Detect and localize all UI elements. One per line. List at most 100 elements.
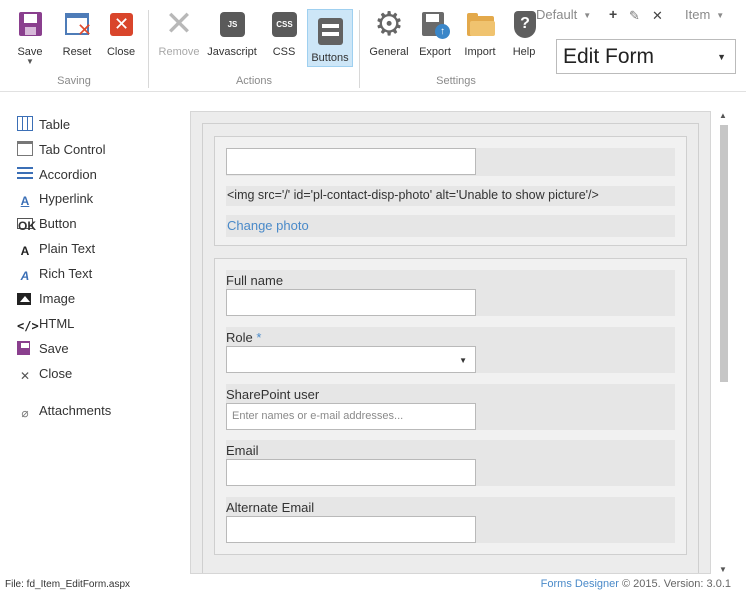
remove-button[interactable]: ✕ Remove bbox=[156, 5, 202, 70]
buttons-button-label: Buttons bbox=[311, 52, 349, 64]
general-button[interactable]: ⚙ General bbox=[367, 5, 411, 70]
toolbox-item-image[interactable]: Image bbox=[17, 291, 75, 311]
file-name-label: File: fd_Item_EditForm.aspx bbox=[5, 579, 131, 590]
form-outer-table[interactable]: <img src='/' id='pl-contact-disp-photo' … bbox=[202, 123, 699, 573]
scroll-up-icon[interactable]: ▲ bbox=[719, 111, 727, 120]
role-label-text: Role bbox=[226, 330, 253, 345]
role-select[interactable]: ▼ bbox=[226, 346, 476, 373]
import-button-label: Import bbox=[464, 46, 496, 58]
hyperlink-icon: A bbox=[20, 194, 30, 208]
email-input[interactable] bbox=[226, 459, 476, 486]
delete-x-icon[interactable]: ✕ bbox=[652, 8, 663, 24]
saving-group: Save ▼ ✕ Reset ✕ Close Saving bbox=[0, 0, 148, 92]
html-icon: </> bbox=[17, 319, 39, 333]
item-select-label: Item bbox=[685, 7, 711, 22]
tab-control-icon bbox=[17, 141, 33, 156]
form-type-select[interactable]: Edit Form ▼ bbox=[556, 39, 736, 74]
gear-icon: ⚙ bbox=[374, 5, 404, 42]
folder-icon bbox=[464, 8, 496, 40]
toolbox-item-label: Button bbox=[39, 216, 77, 231]
chevron-down-icon[interactable]: ▼ bbox=[10, 58, 50, 66]
actions-group-label: Actions bbox=[235, 75, 273, 87]
forms-designer-link[interactable]: Forms Designer bbox=[541, 578, 619, 590]
toolbox-item-button[interactable]: OK Button bbox=[17, 216, 77, 236]
toolbox-item-html[interactable]: </>HTML bbox=[17, 316, 74, 336]
alternate-email-input[interactable] bbox=[226, 516, 476, 543]
close-button[interactable]: ✕ Close bbox=[101, 8, 141, 70]
toolbox-item-attachments[interactable]: ⌀ Attachments bbox=[17, 403, 111, 423]
ribbon-separator bbox=[148, 10, 149, 88]
item-select[interactable]: Item ▼ bbox=[685, 7, 724, 22]
javascript-button[interactable]: JS Javascript bbox=[207, 8, 257, 70]
export-icon: ↑ bbox=[419, 8, 451, 40]
scrollbar-thumb[interactable] bbox=[720, 125, 728, 382]
toolbox-item-label: Save bbox=[39, 341, 69, 356]
close-icon: ✕ bbox=[105, 8, 137, 40]
close-icon: ✕ bbox=[19, 369, 31, 383]
remove-button-label: Remove bbox=[158, 46, 200, 58]
javascript-icon: JS bbox=[216, 8, 248, 40]
contact-fields-panel[interactable]: Full name Role * ▼ SharePoint user Enter… bbox=[214, 258, 687, 555]
reset-button-label: Reset bbox=[62, 46, 92, 58]
change-photo-link[interactable]: Change photo bbox=[227, 218, 309, 233]
help-button-label: Help bbox=[512, 46, 536, 58]
table-icon bbox=[17, 116, 33, 131]
form-canvas: <img src='/' id='pl-contact-disp-photo' … bbox=[190, 111, 711, 574]
copyright-text: © 2015. Version: 3.0.1 bbox=[621, 578, 731, 590]
toolbox-item-accordion[interactable]: Accordion bbox=[17, 166, 97, 186]
accordion-icon bbox=[17, 166, 33, 181]
reset-button[interactable]: ✕ Reset bbox=[57, 8, 97, 70]
toolbox-item-table[interactable]: Table bbox=[17, 116, 70, 136]
toolbox-item-hyperlink[interactable]: A Hyperlink bbox=[17, 191, 94, 211]
rich-text-icon: A bbox=[20, 269, 30, 283]
image-icon bbox=[17, 293, 31, 305]
toolbox-item-tab-control[interactable]: Tab Control bbox=[17, 141, 105, 161]
default-select[interactable]: Default ▼ bbox=[536, 7, 591, 22]
sharepoint-user-picker[interactable]: Enter names or e-mail addresses... bbox=[226, 403, 476, 430]
email-label: Email bbox=[226, 443, 259, 458]
buttons-button[interactable]: Buttons bbox=[307, 9, 353, 67]
photo-panel[interactable]: <img src='/' id='pl-contact-disp-photo' … bbox=[214, 136, 687, 246]
toolbox-item-label: HTML bbox=[39, 316, 75, 331]
ribbon: Save ▼ ✕ Reset ✕ Close Saving ✕ Remove J… bbox=[0, 0, 746, 92]
save-button[interactable]: Save ▼ bbox=[10, 8, 50, 70]
chevron-down-icon: ▼ bbox=[716, 11, 725, 21]
toolbox-item-rich-text[interactable]: A Rich Text bbox=[17, 266, 93, 286]
export-button[interactable]: ↑ Export bbox=[417, 8, 453, 70]
css-icon: CSS bbox=[268, 8, 300, 40]
toolbox-item-close[interactable]: ✕ Close bbox=[17, 366, 72, 386]
photo-input[interactable] bbox=[226, 148, 476, 175]
toolbox-item-save[interactable]: Save bbox=[17, 341, 69, 361]
full-name-label: Full name bbox=[226, 273, 284, 288]
canvas-scrollbar[interactable]: ▲ ▼ bbox=[716, 111, 732, 574]
edit-pencil-icon[interactable]: ✎ bbox=[629, 8, 640, 24]
actions-group: ✕ Remove JS Javascript CSS CSS Buttons A… bbox=[150, 0, 358, 92]
javascript-icon-text: JS bbox=[220, 12, 245, 37]
css-button-label: CSS bbox=[272, 46, 296, 58]
full-name-input[interactable] bbox=[226, 289, 476, 316]
plain-text-icon: A bbox=[20, 244, 30, 258]
scroll-down-icon[interactable]: ▼ bbox=[719, 565, 727, 574]
img-html-code[interactable]: <img src='/' id='pl-contact-disp-photo' … bbox=[227, 188, 599, 202]
toolbox-item-label: Image bbox=[39, 291, 76, 306]
help-icon-glyph: ? bbox=[514, 11, 536, 38]
css-button[interactable]: CSS CSS bbox=[266, 8, 302, 70]
toolbox-item-label: Attachments bbox=[39, 403, 112, 418]
remove-icon: ✕ bbox=[164, 5, 194, 43]
reset-icon: ✕ bbox=[61, 8, 93, 40]
toolbox-item-plain-text[interactable]: A Plain Text bbox=[17, 241, 95, 261]
toolbox-item-label: Close bbox=[39, 366, 73, 381]
alternate-email-label: Alternate Email bbox=[226, 500, 315, 515]
save-icon bbox=[17, 341, 30, 355]
import-button[interactable]: Import bbox=[461, 8, 499, 70]
chevron-down-icon: ▼ bbox=[459, 356, 467, 365]
settings-group: ⚙ General ↑ Export Import ? Help Setting… bbox=[361, 0, 551, 92]
button-icon: OK bbox=[17, 218, 36, 233]
add-icon[interactable]: + bbox=[609, 6, 617, 22]
css-icon-text: CSS bbox=[272, 12, 297, 37]
chevron-down-icon: ▼ bbox=[717, 52, 726, 62]
export-button-label: Export bbox=[419, 46, 451, 58]
chevron-down-icon: ▼ bbox=[583, 11, 592, 21]
toolbox-item-label: Tab Control bbox=[39, 142, 106, 157]
toolbox-item-label: Hyperlink bbox=[39, 191, 94, 206]
